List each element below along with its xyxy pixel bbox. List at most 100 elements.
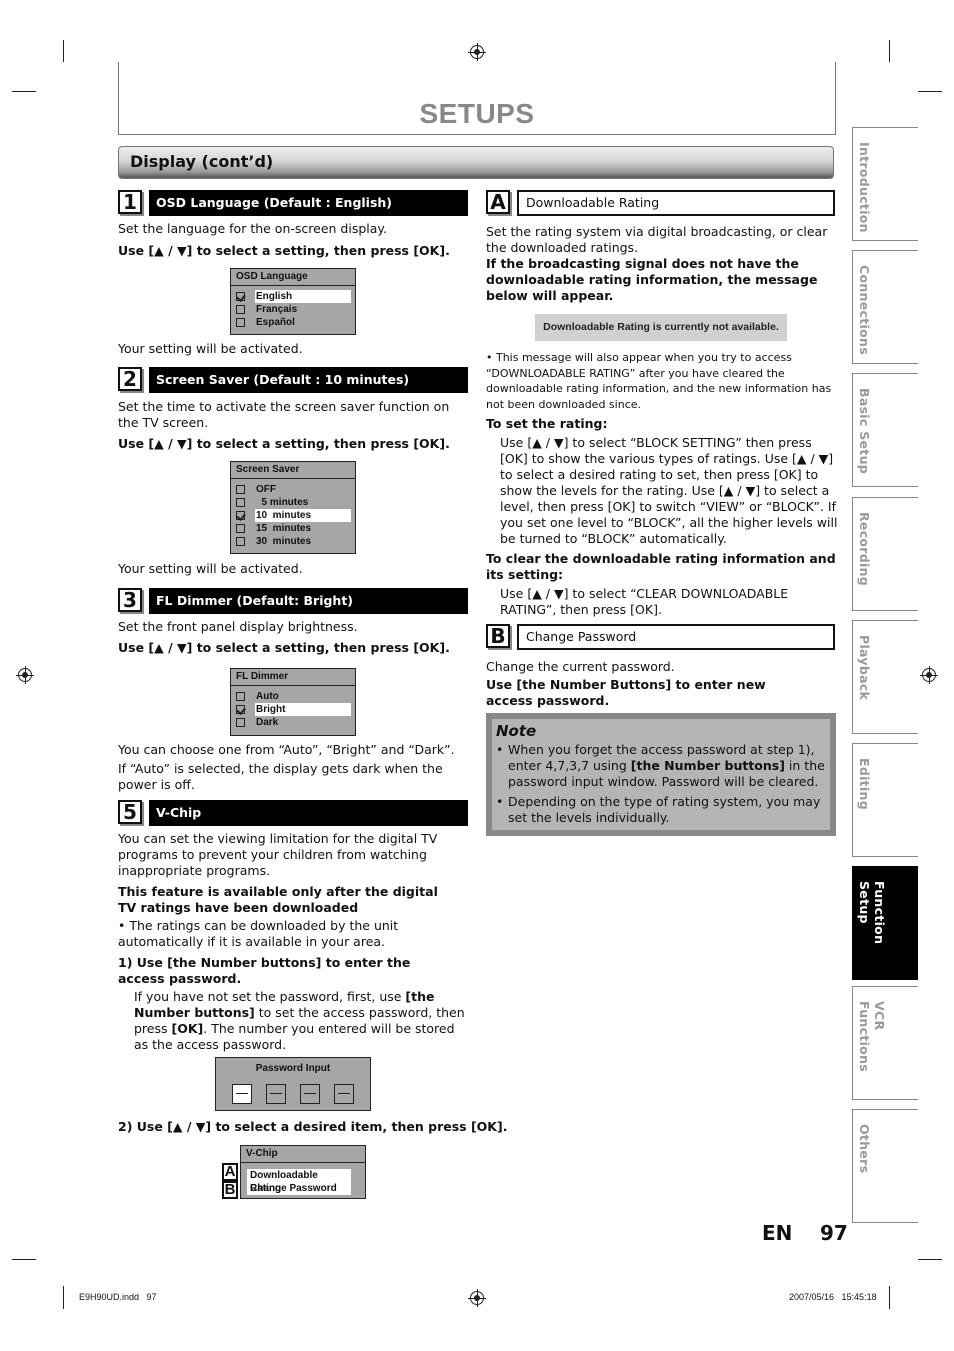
menu-item[interactable]: Change Password: [241, 1182, 365, 1195]
clear-rating-body: Use [▲ / ▼] to select “CLEAR DOWNLOADABL…: [500, 586, 789, 617]
crop-mark: [918, 91, 942, 92]
menu-item[interactable]: Downloadable Rating: [241, 1169, 365, 1195]
registration-mark-icon: [920, 666, 938, 684]
menu-item[interactable]: Auto: [231, 690, 355, 703]
tag-a: A: [222, 1163, 238, 1181]
crop-mark: [918, 1259, 942, 1260]
menu-item[interactable]: 30 minutes: [231, 535, 355, 548]
menu-title: FL Dimmer: [231, 669, 355, 686]
step-result: Your setting will be activated.: [118, 341, 303, 356]
menu-item[interactable]: English: [231, 290, 355, 303]
checkbox-icon: [236, 498, 245, 507]
item-b-header: B Change Password: [486, 624, 836, 650]
menu-item-label: OFF: [256, 484, 276, 495]
unavailable-message: Downloadable Rating is currently not ava…: [535, 314, 787, 341]
side-tab-playback[interactable]: Playback: [852, 620, 918, 734]
item-tag: B: [486, 624, 510, 648]
step-1-header: 1 OSD Language (Default : English): [118, 190, 468, 216]
step-heading: FL Dimmer (Default: Bright): [149, 588, 468, 614]
checkbox-icon: [236, 524, 245, 533]
menu-item-label: 30 minutes: [256, 536, 312, 547]
side-tab-basic-setup[interactable]: Basic Setup: [852, 373, 918, 487]
substep-1-body: If you have not set the password, first,…: [134, 989, 465, 1052]
tag-b: B: [222, 1181, 238, 1199]
step-3-header: 3 FL Dimmer (Default: Bright): [118, 588, 468, 614]
menu-item[interactable]: 10 minutes: [231, 509, 355, 522]
menu-item[interactable]: Bright: [231, 703, 355, 716]
step-instruction: Use [▲ / ▼] to select a setting, then pr…: [118, 640, 450, 655]
step-result-note: If “Auto” is selected, the display gets …: [118, 761, 443, 792]
checkbox-icon: [236, 537, 245, 546]
step-description: You can set the viewing limitation for t…: [118, 831, 438, 878]
step-result: Your setting will be activated.: [118, 561, 303, 576]
bullet-note: • This message will also appear when you…: [486, 351, 832, 411]
menu-item-label: 5 minutes: [256, 497, 309, 508]
footer-timestamp: 2007/05/16 15:45:18: [789, 1292, 877, 1302]
item-heading: Downloadable Rating: [517, 190, 835, 216]
menu-item[interactable]: OFF: [231, 483, 355, 496]
item-instruction: Use [the Number Buttons] to enter new ac…: [486, 677, 766, 708]
step-5-header: 5 V-Chip: [118, 800, 468, 826]
footer-file: E9H90UD.indd 97: [79, 1292, 157, 1302]
item-description: Set the rating system via digital broadc…: [486, 224, 828, 255]
password-digit-field[interactable]: [232, 1084, 252, 1104]
fl-dimmer-menu: FL Dimmer Auto Bright Dark: [230, 668, 356, 736]
registration-mark-icon: [468, 43, 486, 61]
menu-item-label: 10 minutes: [255, 509, 351, 522]
step-number: 3: [118, 588, 142, 612]
note-title: Note: [496, 722, 537, 740]
substep-2-title: 2) Use [▲ / ▼] to select a desired item,…: [118, 1119, 508, 1134]
checkbox-checked-icon: [236, 292, 245, 301]
side-tab-editing[interactable]: Editing: [852, 743, 918, 857]
section-title: Display (cont’d): [130, 152, 274, 171]
checkbox-checked-icon: [236, 511, 245, 520]
substep-1-title: 1) Use [the Number buttons] to enter the…: [118, 955, 411, 986]
crop-mark: [889, 1286, 890, 1309]
step-heading: Screen Saver (Default : 10 minutes): [149, 367, 468, 393]
crop-mark: [12, 91, 36, 92]
note-bullet: • When you forget the access password at …: [496, 742, 825, 789]
set-rating-title: To set the rating:: [486, 416, 608, 431]
feature-availability: This feature is available only after the…: [118, 884, 438, 915]
item-a-header: A Downloadable Rating: [486, 190, 836, 216]
crop-mark: [63, 40, 64, 62]
side-tab-others[interactable]: Others: [852, 1109, 918, 1223]
side-tab-introduction[interactable]: Introduction: [852, 127, 918, 241]
step-number: 1: [118, 190, 142, 214]
crop-mark: [889, 40, 890, 62]
menu-item[interactable]: 15 minutes: [231, 522, 355, 535]
menu-item[interactable]: Français: [231, 303, 355, 316]
password-input-dialog: Password Input: [215, 1057, 371, 1111]
step-description: Set the front panel display brightness.: [118, 619, 358, 634]
note-bullet: • Depending on the type of rating system,…: [496, 794, 821, 825]
menu-item[interactable]: Español: [231, 316, 355, 329]
password-digit-field[interactable]: [266, 1084, 286, 1104]
menu-item[interactable]: Dark: [231, 716, 355, 729]
menu-item-label: Dark: [256, 717, 279, 728]
side-tab-recording[interactable]: Recording: [852, 497, 918, 611]
menu-item-label: Bright: [255, 703, 351, 716]
crop-mark: [63, 1286, 64, 1309]
step-heading: OSD Language (Default : English): [149, 190, 468, 216]
registration-mark-icon: [16, 666, 34, 684]
menu-item-label: English: [255, 290, 351, 303]
item-heading: Change Password: [517, 624, 835, 650]
password-digit-field[interactable]: [300, 1084, 320, 1104]
note-box: Note • When you forget the access passwor…: [486, 713, 836, 836]
password-digit-field[interactable]: [334, 1084, 354, 1104]
side-tab-function-setup[interactable]: Function Setup: [852, 866, 918, 980]
side-tab-connections[interactable]: Connections: [852, 250, 918, 364]
page-title: SETUPS: [419, 98, 535, 129]
menu-item-label: Français: [256, 304, 298, 315]
crop-mark: [12, 1259, 36, 1260]
menu-item-label: 15 minutes: [256, 523, 312, 534]
vchip-menu: V-Chip Downloadable Rating Change Passwo…: [240, 1145, 366, 1199]
step-number: 5: [118, 800, 142, 824]
menu-item[interactable]: 5 minutes: [231, 496, 355, 509]
checkbox-icon: [236, 718, 245, 727]
language-code: EN: [762, 1221, 793, 1245]
menu-item-label: Español: [256, 317, 295, 328]
side-tab-vcr-functions[interactable]: VCR Functions: [852, 986, 918, 1100]
osd-language-menu: OSD Language English Français Español: [230, 268, 356, 335]
section-header: Display (cont’d): [118, 146, 834, 179]
